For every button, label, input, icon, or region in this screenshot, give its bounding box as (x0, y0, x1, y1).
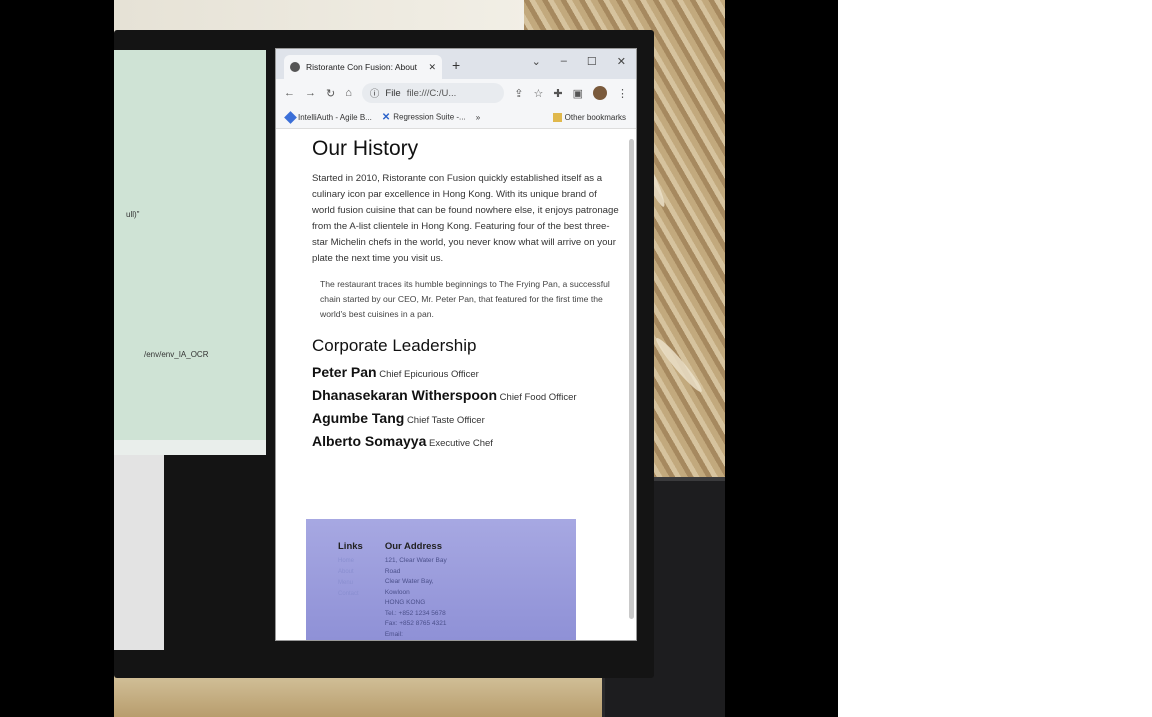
extensions-icon[interactable]: ✚ (553, 87, 562, 100)
left-lower-window (114, 455, 164, 650)
avatar[interactable] (593, 86, 607, 100)
monitor: ull)" /env/env_IA_OCR Ristorante Con Fus… (114, 30, 654, 678)
star-icon[interactable]: ☆ (534, 87, 544, 100)
home-icon[interactable]: ⌂ (345, 87, 352, 99)
address-line: Clear Water Bay, (384, 578, 434, 585)
page-footer: Links Home About Menu Contact Our Addres… (306, 519, 576, 640)
address-line: Tel.: +852 1234 5678 (384, 609, 446, 617)
footer-links: Links Home About Menu Contact (338, 541, 363, 640)
history-paragraph: Started in 2010, Ristorante con Fusion q… (312, 173, 619, 264)
left-text: ull)" (126, 210, 140, 219)
letterbox-left (0, 0, 114, 717)
footer-link[interactable]: Home (338, 556, 363, 567)
other-bookmarks-label: Other bookmarks (564, 112, 626, 122)
close-window-button[interactable]: ✕ (617, 55, 626, 68)
folder-icon (552, 113, 562, 123)
menu-icon[interactable]: ⋮ (617, 87, 628, 100)
address-line: Kowloon (384, 588, 410, 596)
footer-link[interactable]: Contact (338, 589, 363, 600)
new-tab-button[interactable]: + (452, 57, 460, 73)
chevron-down-icon[interactable]: ⌄ (532, 55, 541, 68)
leader-name: Alberto Somayya (312, 433, 427, 449)
history-heading: Our History (312, 137, 419, 160)
tab-title: Ristorante Con Fusion: About (306, 62, 418, 72)
browser-window: Ristorante Con Fusion: About ✕ + ⌄ – ☐ ✕… (275, 48, 637, 641)
tab-about[interactable]: Ristorante Con Fusion: About ✕ (284, 55, 442, 79)
scheme-label: File (385, 87, 401, 99)
address-line: Fax: +852 8765 4321 (384, 620, 447, 627)
left-text: /env/env_IA_OCR (144, 350, 209, 359)
leader-role: Chief Food Officer (499, 392, 577, 403)
leader-item: Agumbe Tang Chief Taste Officer (312, 408, 622, 431)
diamond-icon (284, 111, 297, 125)
close-icon[interactable]: ✕ (428, 62, 436, 73)
leadership-heading: Corporate Leadership (312, 336, 477, 355)
sidepanel-icon[interactable]: ▣ (573, 87, 583, 100)
leader-item: Alberto Somayya Executive Chef (312, 431, 622, 454)
links-heading: Links (338, 541, 363, 552)
leader-role: Chief Epicurious Officer (379, 369, 479, 380)
leader-name: Peter Pan (312, 364, 377, 380)
letterbox-right (725, 0, 838, 717)
info-icon[interactable]: ⓘ (370, 86, 380, 100)
globe-icon (290, 62, 300, 72)
footer-address: Our Address 121, Clear Water Bay Road Cl… (384, 541, 447, 640)
address-line: Email: (384, 630, 403, 638)
forward-icon[interactable]: → (305, 87, 316, 99)
reload-icon[interactable]: ↻ (326, 87, 335, 100)
footer-link[interactable]: About (338, 567, 363, 578)
other-bookmarks[interactable]: Other bookmarks (552, 112, 626, 123)
share-icon[interactable]: ⇪ (514, 87, 523, 100)
history-quote: The restaurant traces its humble beginni… (320, 279, 610, 319)
fern-leaf (652, 334, 706, 396)
maximize-button[interactable]: ☐ (587, 55, 597, 68)
address-line: Road (384, 567, 401, 575)
minimize-button[interactable]: – (561, 55, 567, 68)
leader-role: Chief Taste Officer (406, 415, 485, 426)
photo: ull)" /env/env_IA_OCR Ristorante Con Fus… (0, 0, 838, 717)
left-editor-panel (114, 50, 266, 440)
leader-role: Executive Chef (429, 438, 493, 449)
browser-toolbar: ← → ↻ ⌂ ⓘ File file:///C:/U... ⇪ ☆ ✚ ▣ ⋮ (276, 79, 636, 107)
leader-item: Peter Pan Chief Epicurious Officer (312, 362, 622, 385)
url-text: file:///C:/U... (406, 87, 457, 99)
leader-name: Agumbe Tang (312, 410, 405, 426)
address-line: HONG KONG (384, 599, 426, 606)
address-heading: Our Address (384, 541, 443, 552)
bookmarks-overflow[interactable]: » (476, 113, 480, 122)
footer-link[interactable]: Menu (338, 578, 363, 589)
bookmarks-bar: IntelliAuth - Agile B... ✕ Regression Sui… (276, 107, 636, 129)
back-icon[interactable]: ← (284, 87, 295, 99)
leader-name: Dhanasekaran Witherspoon (312, 387, 498, 403)
tab-strip: Ristorante Con Fusion: About ✕ + ⌄ – ☐ ✕ (276, 49, 636, 79)
bookmark-label: IntelliAuth - Agile B... (298, 112, 372, 122)
bookmark-item[interactable]: IntelliAuth - Agile B... (284, 111, 372, 125)
bookmark-label: Regression Suite -... (393, 112, 466, 122)
bookmark-item[interactable]: ✕ Regression Suite -... (382, 112, 466, 123)
address-bar[interactable]: ⓘ File file:///C:/U... (361, 83, 505, 103)
window-controls: ⌄ – ☐ ✕ (532, 55, 626, 68)
page-content: Our History Started in 2010, Ristorante … (276, 129, 636, 499)
leader-item: Dhanasekaran Witherspoon Chief Food Offi… (312, 385, 622, 408)
x-icon: ✕ (381, 112, 391, 123)
scrollbar[interactable] (629, 139, 634, 619)
address-line: 121, Clear Water Bay (384, 557, 447, 564)
left-app-window: ull)" /env/env_IA_OCR (114, 50, 266, 455)
